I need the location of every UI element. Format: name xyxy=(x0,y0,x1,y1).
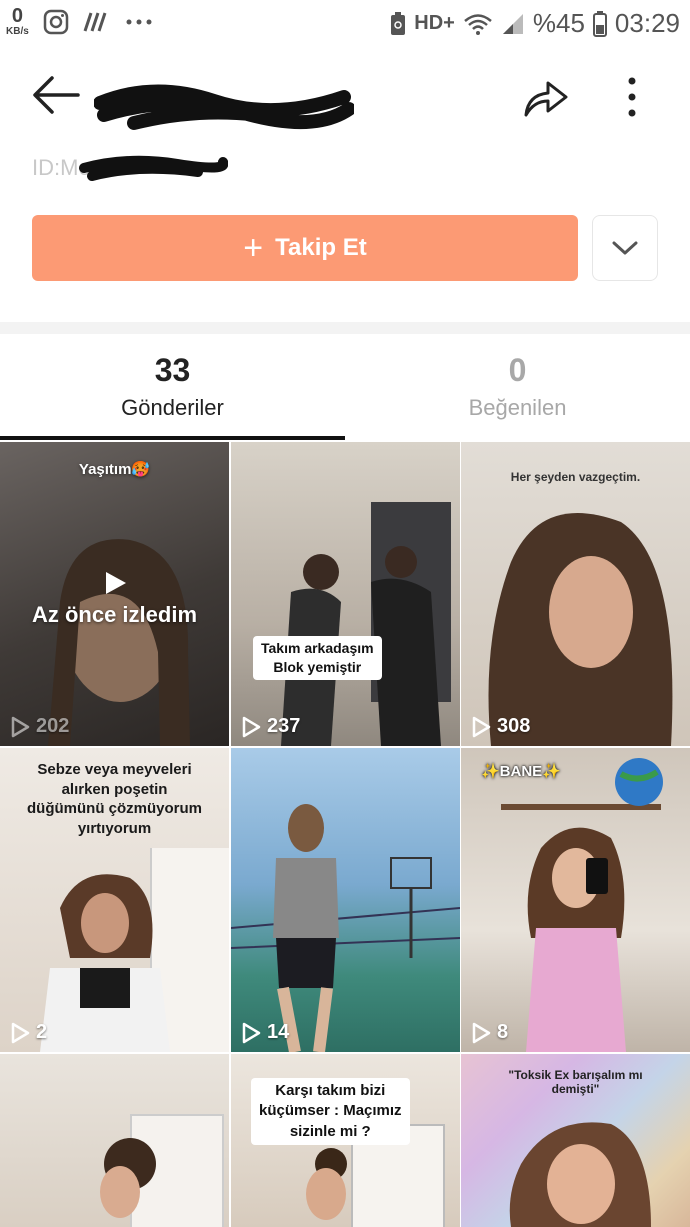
video-thumbnail[interactable]: "Toksik Ex barışalım mı demişti" xyxy=(461,1054,690,1227)
play-count-icon xyxy=(242,1022,261,1043)
follow-button-label: Takip Et xyxy=(275,234,367,261)
active-tab-indicator xyxy=(0,436,345,440)
liked-label: Beğenilen xyxy=(468,395,567,420)
person-silhouette xyxy=(48,539,190,746)
video-thumbnail[interactable]: 14 xyxy=(231,748,460,1052)
view-count-value: 237 xyxy=(267,715,301,737)
view-count-value: 308 xyxy=(497,715,531,737)
share-icon[interactable] xyxy=(520,75,572,119)
view-count-value: 202 xyxy=(36,715,70,737)
app-logo-icon xyxy=(83,12,107,31)
network-speed-value: 0 xyxy=(11,5,23,27)
posts-count: 33 xyxy=(154,352,191,388)
video-thumbnail[interactable]: ✨BANE✨ 8 xyxy=(461,748,690,1052)
network-speed: 0 KB/s xyxy=(6,6,29,37)
view-count-value: 8 xyxy=(497,1021,509,1043)
section-divider xyxy=(0,322,690,334)
video-caption: Her şeyden vazgeçtim. xyxy=(510,470,641,484)
back-arrow-icon[interactable] xyxy=(30,73,82,117)
redacted-user-id xyxy=(79,155,228,181)
play-count-icon xyxy=(242,716,261,737)
suggestions-dropdown-button[interactable] xyxy=(592,215,658,281)
play-icon xyxy=(106,572,126,594)
play-count-icon xyxy=(472,1022,491,1043)
person-silhouette xyxy=(306,1148,347,1220)
view-count-value: 14 xyxy=(267,1021,290,1043)
liked-count: 0 xyxy=(508,352,527,388)
recycle-battery-icon xyxy=(391,11,406,35)
profile-header xyxy=(0,55,690,145)
posts-label: Gönderiler xyxy=(121,395,224,420)
clock: 03:29 xyxy=(614,8,680,38)
video-thumbnail[interactable] xyxy=(0,1054,229,1227)
view-count: 14 xyxy=(241,1021,289,1044)
view-count: 8 xyxy=(471,1021,508,1044)
network-type: HD+ xyxy=(414,12,455,34)
person-silhouette xyxy=(488,513,673,746)
view-count-value: 2 xyxy=(36,1021,48,1043)
chevron-down-icon xyxy=(612,241,638,255)
tab-posts[interactable]: 33 Gönderiler xyxy=(0,352,345,421)
view-count: 2 xyxy=(10,1021,47,1044)
play-count-icon xyxy=(472,716,491,737)
more-notifications-icon xyxy=(126,19,152,24)
more-options-icon[interactable] xyxy=(620,75,644,119)
view-count: 237 xyxy=(241,715,300,738)
signal-icon xyxy=(502,13,523,34)
video-caption-text: Karşı takım bizi küçümser : Maçımız sizi… xyxy=(259,1082,402,1140)
video-thumbnail[interactable]: Sebze veya meyveleri alırken poşetin düğ… xyxy=(0,748,229,1052)
tab-liked[interactable]: 0 Beğenilen xyxy=(345,352,690,421)
video-thumbnail[interactable]: Yaşıtım🥵 Az önce izledim 202 xyxy=(0,442,229,746)
network-speed-unit: KB/s xyxy=(6,26,29,37)
person-silhouette xyxy=(273,804,339,1052)
instagram-icon xyxy=(43,9,69,34)
status-bar: 0 KB/s HD+ %45 03:29 xyxy=(0,0,690,46)
video-caption: Takım arkadaşım Blok yemiştir xyxy=(253,636,382,680)
video-thumbnail[interactable]: Her şeyden vazgeçtim. 308 xyxy=(461,442,690,746)
follow-button[interactable]: + Takip Et xyxy=(32,215,578,281)
view-count: 308 xyxy=(471,715,530,738)
plus-icon: + xyxy=(243,229,264,267)
view-count: 202 xyxy=(10,715,69,738)
video-thumbnail[interactable]: Karşı takım bizi küçümser : Maçımız sizi… xyxy=(231,1054,460,1227)
wifi-icon xyxy=(464,13,492,35)
person-silhouette xyxy=(526,827,626,1052)
battery-icon xyxy=(592,10,607,37)
person-silhouette xyxy=(100,1138,156,1218)
play-count-icon xyxy=(11,1022,30,1043)
redacted-username xyxy=(94,84,354,130)
battery-percent: %45 xyxy=(532,8,585,38)
play-count-icon xyxy=(11,716,30,737)
video-caption: Sebze veya meyveleri alırken poşetin düğ… xyxy=(27,761,202,837)
video-caption: Karşı takım bizi küçümser : Maçımız sizi… xyxy=(251,1078,410,1145)
recently-watched-label: Az önce izledim xyxy=(31,602,198,627)
person-silhouette xyxy=(40,874,170,1052)
person-silhouette xyxy=(509,1122,651,1227)
video-caption-text: Takım arkadaşım Blok yemiştir xyxy=(261,640,374,675)
video-caption: Yaşıtım🥵 xyxy=(78,461,151,478)
video-caption: ✨BANE✨ xyxy=(481,763,561,780)
video-caption: "Toksik Ex barışalım mı demişti" xyxy=(508,1068,643,1096)
video-thumbnail[interactable]: Takım arkadaşım Blok yemiştir 237 xyxy=(231,442,460,746)
